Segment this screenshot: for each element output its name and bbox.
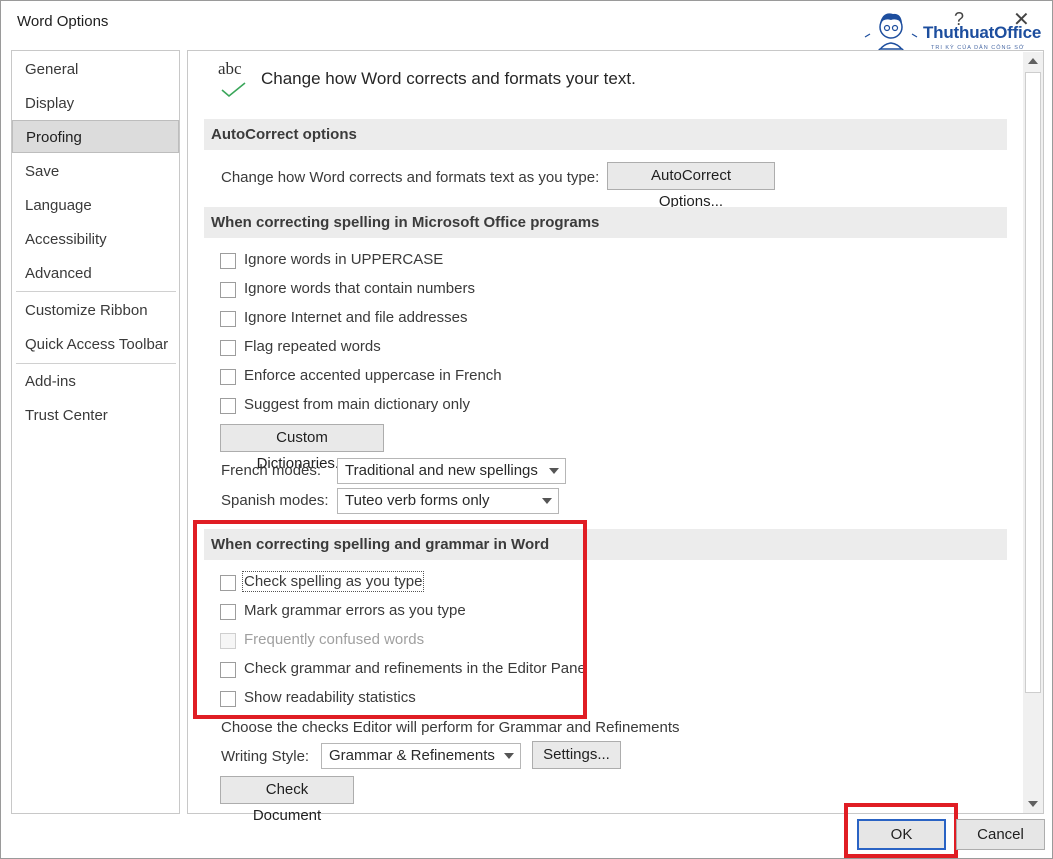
spanish-modes-select[interactable]: Tuteo verb forms only [337,488,559,514]
flag-repeated-checkbox[interactable] [220,340,236,356]
sidebar-divider [16,291,176,292]
checkbox-label: Suggest from main dictionary only [244,396,470,413]
enforce-accented-checkbox[interactable] [220,369,236,385]
chevron-down-icon [549,468,559,474]
logo-brand-text: ThuthuatOffice [923,23,1042,42]
spanish-modes-label: Spanish modes: [221,492,329,509]
section-office-spelling: When correcting spelling in Microsoft Of… [204,207,1007,238]
ok-button[interactable]: OK [857,819,946,850]
checkbox-label: Ignore words that contain numbers [244,280,475,297]
french-modes-select[interactable]: Traditional and new spellings [337,458,566,484]
page-header-text: Change how Word corrects and formats you… [261,69,636,88]
ignore-uppercase-checkbox[interactable] [220,253,236,269]
settings-button[interactable]: Settings... [532,741,621,769]
autocorrect-options-button[interactable]: AutoCorrect Options... [607,162,775,210]
autocorrect-description: Change how Word corrects and formats tex… [221,169,600,186]
highlight-box-word-spelling [193,520,587,719]
vertical-scrollbar[interactable] [1023,52,1043,813]
checkmark-icon [221,82,246,98]
checkbox-label: Ignore words in UPPERCASE [244,251,444,268]
ignore-numbers-checkbox[interactable] [220,282,236,298]
writing-style-select[interactable]: Grammar & Refinements [321,743,521,769]
scroll-up-arrow-icon[interactable] [1023,52,1043,70]
sidebar-item-language[interactable]: Language [12,189,179,222]
sidebar-nav: General Display Proofing Save Language A… [11,50,180,814]
ignore-internet-checkbox[interactable] [220,311,236,327]
scroll-down-arrow-icon[interactable] [1023,795,1043,813]
checkbox-label: Flag repeated words [244,338,381,355]
cancel-button[interactable]: Cancel [956,819,1045,850]
chevron-down-icon [542,498,552,504]
main-dictionary-checkbox[interactable] [220,398,236,414]
sidebar-item-customize-ribbon[interactable]: Customize Ribbon [12,294,179,327]
check-document-button[interactable]: Check Document [220,776,354,824]
proofing-abc-check-icon: abc [218,59,254,99]
window-title: Word Options [17,13,109,30]
word-options-dialog: Word Options ? ✕ ThuthuatOffice TRI KỲ C… [0,0,1053,859]
sidebar-item-general[interactable]: General [12,53,179,86]
editor-checks-description: Choose the checks Editor will perform fo… [221,719,680,736]
sidebar-item-quick-access-toolbar[interactable]: Quick Access Toolbar [12,328,179,361]
checkbox-label: Enforce accented uppercase in French [244,367,502,384]
custom-dictionaries-button[interactable]: Custom Dictionaries... [220,424,384,472]
french-modes-label: French modes: [221,462,322,479]
sidebar-item-accessibility[interactable]: Accessibility [12,223,179,256]
checkbox-label: Ignore Internet and file addresses [244,309,468,326]
sidebar-item-display[interactable]: Display [12,87,179,120]
chevron-down-icon [504,753,514,759]
sidebar-divider [16,363,176,364]
sidebar-item-add-ins[interactable]: Add-ins [12,365,179,398]
sidebar-item-advanced[interactable]: Advanced [12,257,179,290]
sidebar-item-save[interactable]: Save [12,155,179,188]
sidebar-item-proofing[interactable]: Proofing [12,120,179,153]
writing-style-label: Writing Style: [221,748,310,765]
scrollbar-thumb[interactable] [1025,72,1041,693]
sidebar-item-trust-center[interactable]: Trust Center [12,399,179,432]
section-autocorrect-options: AutoCorrect options [204,119,1007,150]
